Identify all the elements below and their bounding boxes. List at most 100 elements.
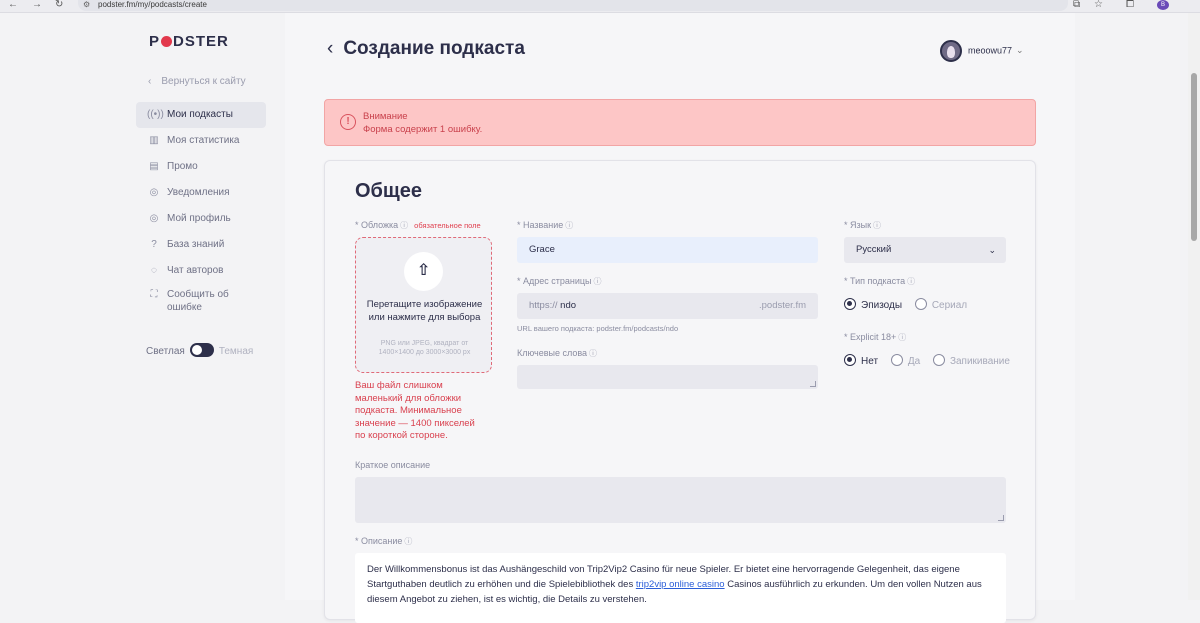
short-description-input[interactable] [355, 477, 1006, 523]
address-value: ndo [560, 300, 577, 311]
description-label: * Описание ⓘ [355, 536, 412, 547]
sidebar-item-label: Сообщить об ошибке [167, 289, 229, 313]
radio-empty-icon [932, 354, 945, 366]
info-icon: ⓘ [907, 277, 916, 286]
sidebar-item-label: Чат авторов [167, 265, 224, 276]
main-content: ‹ Создание подкаста meoowu77 ⌄ ! Внимание … [285, 13, 1075, 623]
language-select[interactable]: Русский ⌄ [844, 237, 1006, 263]
info-icon: ⓘ [565, 221, 574, 230]
keywords-label: Ключевые слова ⓘ [517, 348, 597, 359]
user-icon: ◎ [149, 213, 159, 224]
radio-option-yes[interactable]: Да [890, 354, 920, 367]
cover-dropzone[interactable]: ⇧ Перетащите изображение или нажмите для… [355, 237, 492, 373]
radio-option-no[interactable]: Нет [844, 354, 878, 367]
keywords-label-text: Ключевые слова [517, 348, 588, 358]
sidebar-item-label: Мои подкасты [167, 109, 233, 120]
radio-option-bleep[interactable]: Запикивание [932, 354, 1010, 367]
chevron-left-icon: ‹ [148, 76, 152, 87]
browser-profile-avatar[interactable]: B [1157, 0, 1169, 10]
back-to-site-link[interactable]: ‹ Вернуться к сайту [148, 76, 246, 87]
upload-icon: ⇧ [404, 252, 443, 291]
resize-handle-icon[interactable] [810, 381, 816, 387]
info-icon: ⓘ [589, 349, 598, 358]
name-label: * Название ⓘ [517, 220, 573, 231]
sidebar-item-label: База знаний [167, 239, 225, 250]
info-icon: ⓘ [400, 221, 409, 230]
sidebar-item-promo[interactable]: ▤ Промо [136, 154, 266, 180]
browser-toolbar: ← → ↻ ⚙ podster.fm/my/podcasts/create ⧉ … [0, 0, 1200, 13]
sidebar-menu: ((•)) Мои подкасты ▥ Моя статистика ▤ Пр… [136, 102, 266, 318]
sidebar-item-my-podcasts[interactable]: ((•)) Мои подкасты [136, 102, 266, 128]
dropzone-text: Перетащите изображение или нажмите для в… [366, 299, 483, 323]
short-description-label: Краткое описание [355, 460, 431, 470]
alert-text: Форма содержит 1 ошибку. [363, 124, 483, 135]
scrollbar-thumb[interactable] [1191, 73, 1197, 241]
sidebar-item-my-profile[interactable]: ◎ Мой профиль [136, 206, 266, 232]
podcast-type-radio-group: Эпизоды Сериал [844, 298, 977, 311]
chat-icon: ◌ [151, 265, 157, 276]
page-title: ‹ Создание подкаста [327, 38, 525, 60]
sidebar-item-label: Мой профиль [167, 213, 231, 224]
radio-selected-icon [844, 354, 856, 366]
radio-selected-icon [844, 298, 856, 310]
language-value: Русский [856, 244, 892, 255]
sidebar-item-notifications[interactable]: ◎ Уведомления [136, 180, 266, 206]
resize-handle-icon[interactable] [998, 515, 1004, 521]
explicit-radio-group: Нет Да Запикивание [844, 354, 1020, 367]
sidebar: P DSTER ‹ Вернуться к сайту ((•)) Мои подк… [0, 13, 285, 600]
chevron-left-icon[interactable]: ‹ [327, 38, 333, 60]
address-input[interactable]: https:// ndo .podster.fm [517, 293, 818, 319]
podcast-type-label-text: * Тип подкаста [844, 276, 906, 286]
podcast-icon: ((•)) [147, 109, 164, 120]
reload-icon[interactable]: ↻ [55, 0, 63, 10]
required-tag: обязательное поле [414, 221, 481, 230]
description-link[interactable]: trip2vip online casino [636, 579, 725, 590]
podcast-type-label: * Тип подкаста ⓘ [844, 276, 915, 287]
keywords-input[interactable] [517, 365, 818, 389]
info-icon: ⓘ [873, 221, 882, 230]
radio-empty-icon [914, 298, 927, 310]
general-section-card: Общее * Обложка ⓘ обязательное поле ⇧ Пере… [324, 160, 1036, 623]
name-input[interactable]: Grace [517, 237, 818, 263]
sidebar-item-authors-chat[interactable]: ◌ Чат авторов [136, 258, 266, 284]
chevron-down-icon: ⌄ [988, 245, 996, 255]
podster-logo[interactable]: P DSTER [149, 33, 229, 50]
toggle-knob [191, 345, 202, 355]
user-menu[interactable]: meoowu77 ⌄ [940, 40, 1024, 62]
radio-label: Эпизоды [861, 300, 903, 311]
forward-arrow-icon[interactable]: → [32, 0, 42, 10]
sidebar-item-my-statistics[interactable]: ▥ Моя статистика [136, 128, 266, 154]
bookmark-star-icon[interactable]: ☆ [1094, 0, 1103, 10]
cover-label: * Обложка ⓘ обязательное поле [355, 220, 481, 231]
sidebar-item-knowledge-base[interactable]: ? База знаний [136, 232, 266, 258]
section-title: Общее [355, 180, 423, 202]
logo-letter: P [149, 33, 161, 50]
name-label-text: * Название [517, 220, 564, 230]
address-label: * Адрес страницы ⓘ [517, 276, 602, 287]
radio-empty-icon [890, 354, 903, 366]
language-label-text: * Язык [844, 220, 872, 230]
address-bar[interactable]: ⚙ podster.fm/my/podcasts/create [78, 0, 1068, 11]
page-title-text: Создание подкаста [343, 38, 525, 59]
radio-option-episodes[interactable]: Эпизоды [844, 298, 903, 311]
theme-toggle[interactable] [189, 343, 214, 357]
alert-title: Внимание [363, 111, 408, 122]
info-icon: ⓘ [593, 277, 602, 286]
page-scrollbar[interactable] [1188, 13, 1200, 600]
info-icon: ⓘ [898, 333, 907, 342]
explicit-label: * Explicit 18+ ⓘ [844, 332, 906, 343]
bug-icon: ⛶ [150, 289, 158, 300]
language-label: * Язык ⓘ [844, 220, 881, 231]
sidebar-item-report-bug[interactable]: ⛶ Сообщить об ошибке [136, 284, 266, 318]
translate-icon[interactable]: ⧉ [1073, 0, 1080, 10]
promo-icon: ▤ [149, 161, 159, 172]
radio-option-serial[interactable]: Сериал [914, 298, 967, 311]
description-editor[interactable]: Der Willkommensbonus ist das Aushängesch… [355, 553, 1006, 623]
site-settings-icon[interactable]: ⚙ [83, 0, 90, 9]
dropzone-hint: PNG или JPEG, квадрат от 1400×1400 до 30… [378, 340, 471, 356]
avatar [940, 40, 962, 62]
extensions-icon[interactable]: ⧠ [1126, 0, 1134, 10]
address-prefix: https:// [529, 300, 558, 311]
back-arrow-icon[interactable]: ← [8, 0, 18, 10]
theme-dark-label: Темная [218, 346, 254, 357]
